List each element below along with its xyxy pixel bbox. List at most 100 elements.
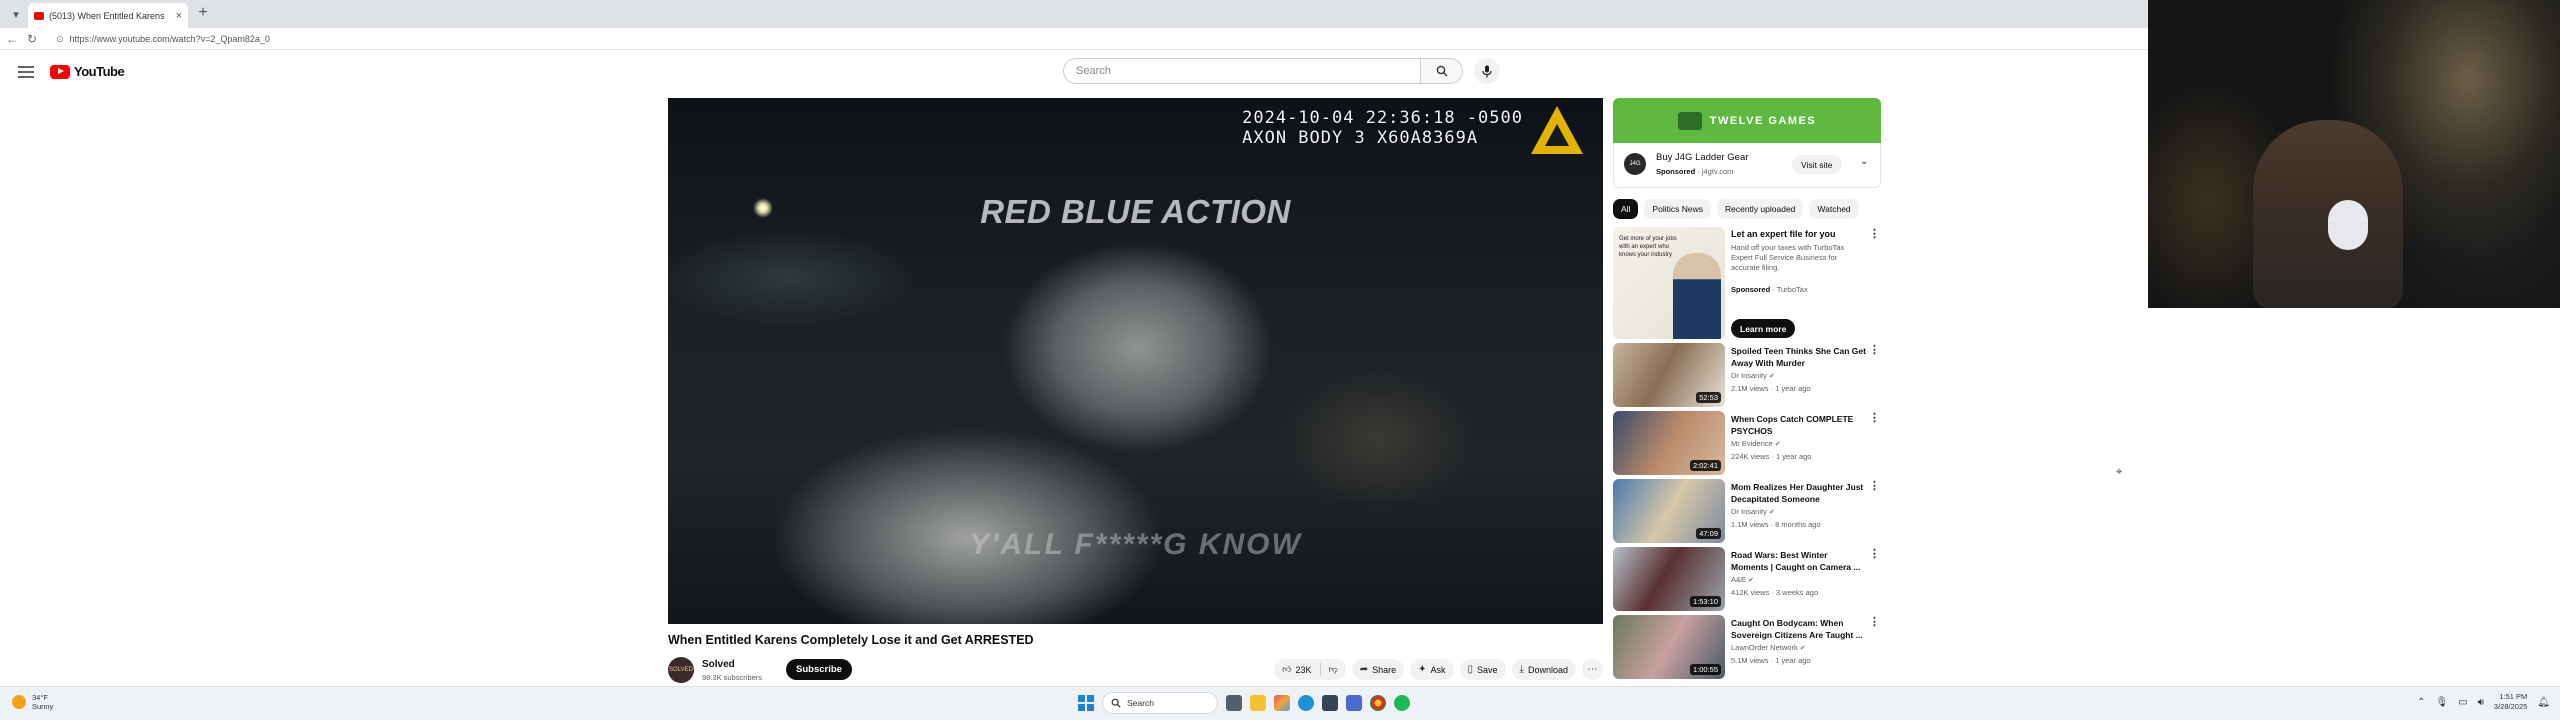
windows-start-icon[interactable]: [1078, 695, 1094, 711]
volume-icon[interactable]: 🔊︎: [2478, 697, 2484, 708]
menu-icon[interactable]: [16, 63, 36, 81]
sun-icon: [12, 695, 26, 709]
video-channel[interactable]: Mr Evidence ✔: [1731, 439, 1781, 448]
learn-more-button[interactable]: Learn more: [1731, 319, 1796, 338]
chevron-down-icon[interactable]: ⌄: [1860, 156, 1868, 167]
clock[interactable]: 1:51 PM 3/28/2025: [2494, 692, 2527, 712]
video-title[interactable]: Caught On Bodycam: When Sovereign Citize…: [1731, 617, 1867, 641]
recommended-video-list: 52:53 Spoiled Teen Thinks She Can Get Aw…: [1613, 343, 1881, 683]
reload-icon[interactable]: ↻: [24, 31, 40, 47]
sponsored-meta: Sponsored · TurboTax: [1731, 285, 1808, 294]
system-tray: ⌃ 🎙︎ ▭ 🔊︎ 1:51 PM 3/28/2025 🔔︎: [2417, 692, 2550, 712]
more-vertical-icon[interactable]: ⋮: [1869, 549, 1880, 560]
video-channel[interactable]: A&E ✔: [1731, 575, 1754, 584]
taskbar-search[interactable]: Search: [1102, 692, 1218, 714]
video-thumbnail[interactable]: 47:09: [1613, 479, 1725, 543]
channel-avatar[interactable]: SOLVED: [668, 657, 694, 683]
video-thumbnail[interactable]: 2:02:41: [1613, 411, 1725, 475]
spotify-icon[interactable]: [1394, 695, 1410, 711]
voice-search-button[interactable]: [1474, 58, 1500, 84]
share-button[interactable]: ➦ Share: [1351, 659, 1405, 680]
channel-name[interactable]: Solved: [702, 659, 735, 670]
video-title: When Entitled Karens Completely Lose it …: [668, 633, 1034, 647]
chip-recently-uploaded[interactable]: Recently uploaded: [1717, 199, 1804, 219]
like-button[interactable]: 👍︎ 23K: [1274, 659, 1319, 680]
list-item[interactable]: 52:53 Spoiled Teen Thinks She Can Get Aw…: [1613, 343, 1881, 411]
video-title[interactable]: Spoiled Teen Thinks She Can Get Away Wit…: [1731, 345, 1867, 369]
copilot-icon[interactable]: [1274, 695, 1290, 711]
microphone-icon[interactable]: 🎙︎: [2435, 697, 2448, 708]
more-actions-button[interactable]: ⋯: [1582, 659, 1603, 680]
youtube-logo[interactable]: YouTube: [50, 64, 125, 79]
download-icon: ⤓: [1519, 664, 1524, 675]
ad-title[interactable]: Buy J4G Ladder Gear: [1656, 152, 1748, 163]
video-thumbnail[interactable]: 1:53:10: [1613, 547, 1725, 611]
ask-button[interactable]: ✦ Ask: [1410, 659, 1454, 680]
video-channel[interactable]: Dr Insanity ✔: [1731, 371, 1775, 380]
close-tab-icon[interactable]: ×: [176, 10, 182, 22]
video-thumbnail[interactable]: 52:53: [1613, 343, 1725, 407]
video-channel[interactable]: Dr Insanity ✔: [1731, 507, 1775, 516]
video-channel[interactable]: LawnOrder Network ✔: [1731, 643, 1806, 652]
list-item[interactable]: 1:53:10 Road Wars: Best Winter Moments |…: [1613, 547, 1881, 615]
sponsored-advertiser: TurboTax: [1776, 285, 1808, 294]
more-vertical-icon[interactable]: ⋮: [1869, 481, 1880, 492]
video-title[interactable]: Road Wars: Best Winter Moments | Caught …: [1731, 549, 1867, 573]
chip-politics-news[interactable]: Politics News: [1644, 199, 1711, 219]
bodycam-timestamp: 2024-10-04 22:36:18 -0500 AXON BODY 3 X6…: [1242, 108, 1523, 148]
store-icon[interactable]: [1322, 695, 1338, 711]
video-actions: 👍︎ 23K 👎︎ ➦ Share ✦ Ask ▯ Save ⤓ Downloa…: [1274, 659, 1603, 680]
video-duration: 52:53: [1696, 392, 1721, 403]
more-vertical-icon[interactable]: ⋮: [1869, 229, 1880, 240]
video-title[interactable]: Mom Realizes Her Daughter Just Decapitat…: [1731, 481, 1867, 505]
new-tab-button[interactable]: +: [194, 4, 212, 22]
video-thumbnail[interactable]: 1:00:55: [1613, 615, 1725, 679]
ad-avatar: J4G: [1624, 153, 1646, 175]
download-button[interactable]: ⤓ Download: [1511, 659, 1576, 680]
visit-site-button[interactable]: Visit site: [1792, 155, 1842, 174]
more-vertical-icon[interactable]: ⋮: [1869, 617, 1880, 628]
axon-logo-icon: [1531, 106, 1583, 154]
task-view-icon[interactable]: [1226, 695, 1242, 711]
browser-tab[interactable]: (5013) When Entitled Karens ×: [28, 3, 188, 28]
chevron-up-icon[interactable]: ⌃: [2417, 697, 2425, 708]
video-player[interactable]: 2024-10-04 22:36:18 -0500 AXON BODY 3 X6…: [668, 98, 1603, 624]
file-explorer-icon[interactable]: [1250, 695, 1266, 711]
sparkle-icon: ✦: [1418, 664, 1427, 675]
weather-widget[interactable]: 34°F Sunny: [12, 693, 53, 711]
search-button[interactable]: [1421, 58, 1463, 84]
sponsored-title[interactable]: Let an expert file for you: [1731, 229, 1867, 239]
list-item[interactable]: 1:00:55 Caught On Bodycam: When Sovereig…: [1613, 615, 1881, 683]
sponsored-thumbnail[interactable]: Get more of your jobs with an expert who…: [1613, 227, 1725, 339]
video-channel-name: Dr Insanity: [1731, 371, 1767, 380]
video-overlay-title: RED BLUE ACTION: [980, 193, 1291, 230]
chip-watched[interactable]: Watched: [1809, 199, 1859, 219]
more-vertical-icon[interactable]: ⋮: [1869, 413, 1880, 424]
chip-all[interactable]: All: [1613, 199, 1639, 219]
monitor-icon[interactable]: ▭: [2458, 697, 2467, 708]
subscribe-button[interactable]: Subscribe: [786, 659, 852, 680]
video-title[interactable]: When Cops Catch COMPLETE PSYCHOS: [1731, 413, 1867, 437]
edge-browser-icon[interactable]: [1298, 695, 1314, 711]
list-item[interactable]: 2:02:41 When Cops Catch COMPLETE PSYCHOS…: [1613, 411, 1881, 479]
notification-bell-icon[interactable]: 🔔︎: [2537, 697, 2550, 708]
chrome-browser-icon[interactable]: [1370, 695, 1386, 711]
search-bar: [1063, 58, 1463, 84]
search-input[interactable]: [1063, 58, 1421, 84]
ad-banner[interactable]: TWELVE GAMES: [1613, 98, 1881, 143]
tab-list-chevron-icon[interactable]: ▾: [8, 6, 24, 22]
windows-taskbar: 34°F Sunny Search ⌃ 🎙︎ ▭ 🔊︎ 1:51 PM 3/28…: [0, 686, 2560, 720]
app-icon[interactable]: [1346, 695, 1362, 711]
site-info-icon[interactable]: ⊙: [56, 34, 64, 45]
url-field[interactable]: ⊙ https://www.youtube.com/watch?v=2_Qpam…: [56, 31, 2126, 47]
back-icon[interactable]: ←: [4, 31, 20, 47]
clock-time: 1:51 PM: [2499, 692, 2528, 701]
list-item[interactable]: 47:09 Mom Realizes Her Daughter Just Dec…: [1613, 479, 1881, 547]
more-vertical-icon[interactable]: ⋮: [1869, 345, 1880, 356]
video-channel-name: Dr Insanity: [1731, 507, 1767, 516]
dislike-button[interactable]: 👎︎: [1321, 659, 1346, 680]
sponsored-video-card[interactable]: Get more of your jobs with an expert who…: [1613, 227, 1881, 343]
save-button[interactable]: ▯ Save: [1459, 659, 1506, 680]
weather-temp: 34°F: [32, 693, 48, 702]
save-label: Save: [1477, 664, 1498, 675]
